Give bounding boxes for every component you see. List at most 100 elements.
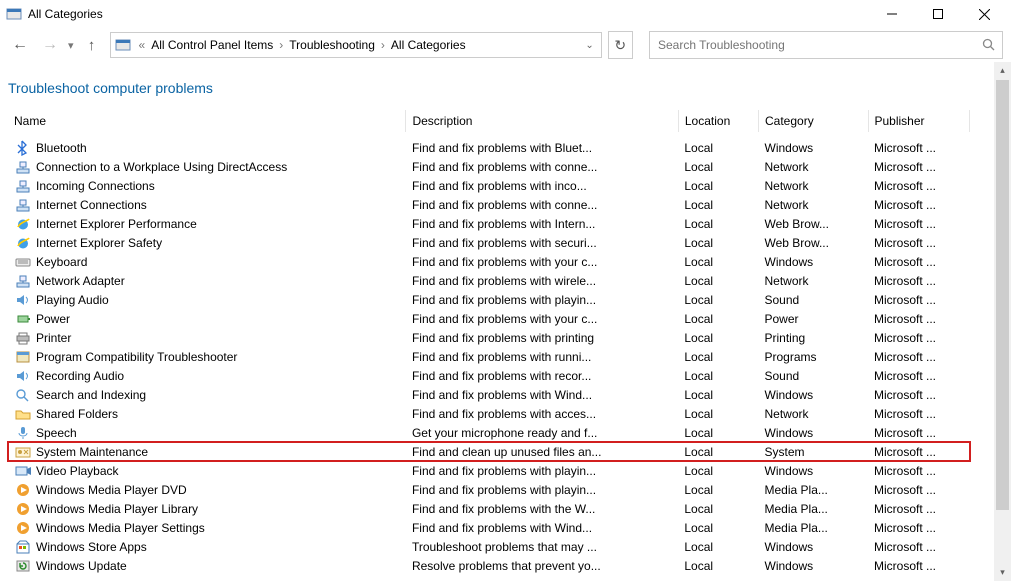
mic-icon	[14, 425, 32, 441]
network-icon	[14, 178, 32, 194]
cell-name[interactable]: Connection to a Workplace Using DirectAc…	[8, 157, 406, 176]
wmp-icon	[14, 501, 32, 517]
cell-name[interactable]: Windows Store Apps	[8, 537, 406, 556]
cell-publisher: Microsoft ...	[868, 233, 970, 252]
refresh-button[interactable]: ↻	[608, 31, 633, 59]
network-icon	[14, 159, 32, 175]
table-row[interactable]: Windows UpdateResolve problems that prev…	[8, 556, 970, 575]
back-button[interactable]: ←	[8, 33, 32, 57]
cell-name[interactable]: Windows Media Player DVD	[8, 480, 406, 499]
cell-category: Network	[759, 176, 869, 195]
item-name-label: Power	[36, 312, 70, 326]
table-row[interactable]: PowerFind and fix problems with your c..…	[8, 309, 970, 328]
search-box[interactable]	[649, 31, 1003, 59]
up-button[interactable]: ↑	[80, 33, 104, 57]
scroll-up-button[interactable]: ▴	[994, 62, 1011, 79]
table-row[interactable]: Recording AudioFind and fix problems wit…	[8, 366, 970, 385]
table-row[interactable]: Incoming ConnectionsFind and fix problem…	[8, 176, 970, 195]
maximize-button[interactable]	[915, 0, 961, 28]
close-button[interactable]	[961, 0, 1007, 28]
breadcrumb-item[interactable]: All Control Panel Items	[151, 38, 273, 52]
breadcrumb-root-sep[interactable]: «	[135, 38, 150, 52]
scroll-thumb[interactable]	[996, 80, 1009, 510]
cell-name[interactable]: Power	[8, 309, 406, 328]
cell-publisher: Microsoft ...	[868, 537, 970, 556]
cell-name[interactable]: Search and Indexing	[8, 385, 406, 404]
cell-name[interactable]: Internet Explorer Safety	[8, 233, 406, 252]
table-row[interactable]: Playing AudioFind and fix problems with …	[8, 290, 970, 309]
vertical-scrollbar[interactable]: ▴ ▾	[994, 62, 1011, 581]
item-name-label: Connection to a Workplace Using DirectAc…	[36, 160, 287, 174]
table-row[interactable]: Network AdapterFind and fix problems wit…	[8, 271, 970, 290]
cell-publisher: Microsoft ...	[868, 328, 970, 347]
cell-name[interactable]: Network Adapter	[8, 271, 406, 290]
breadcrumb-item[interactable]: Troubleshooting	[289, 38, 375, 52]
cell-category: Windows	[759, 138, 869, 157]
cell-name[interactable]: Playing Audio	[8, 290, 406, 309]
cell-name[interactable]: System Maintenance	[8, 442, 406, 461]
column-header-publisher[interactable]: Publisher	[868, 110, 970, 132]
table-row[interactable]: Program Compatibility TroubleshooterFind…	[8, 347, 970, 366]
cell-name[interactable]: Incoming Connections	[8, 176, 406, 195]
cell-description: Find and fix problems with runni...	[406, 347, 678, 366]
cell-name[interactable]: Windows Update	[8, 556, 406, 575]
cell-name[interactable]: Printer	[8, 328, 406, 347]
forward-button[interactable]: →	[38, 33, 62, 57]
table-row[interactable]: Windows Store AppsTroubleshoot problems …	[8, 537, 970, 556]
chevron-right-icon[interactable]: ›	[377, 38, 389, 52]
cell-name[interactable]: Windows Media Player Library	[8, 499, 406, 518]
cell-name[interactable]: Internet Connections	[8, 195, 406, 214]
breadcrumb-item[interactable]: All Categories	[391, 38, 466, 52]
recent-locations-dropdown[interactable]: ▾	[68, 39, 74, 52]
item-name-label: Internet Explorer Safety	[36, 236, 162, 250]
item-name-label: Video Playback	[36, 464, 119, 478]
table-row[interactable]: System MaintenanceFind and clean up unus…	[8, 442, 970, 461]
cell-name[interactable]: Video Playback	[8, 461, 406, 480]
table-row[interactable]: Internet ConnectionsFind and fix problem…	[8, 195, 970, 214]
table-row[interactable]: Windows Media Player SettingsFind and fi…	[8, 518, 970, 537]
cell-name[interactable]: Internet Explorer Performance	[8, 214, 406, 233]
cell-name[interactable]: Program Compatibility Troubleshooter	[8, 347, 406, 366]
column-header-location[interactable]: Location	[678, 110, 758, 132]
column-header-name[interactable]: Name	[8, 110, 406, 132]
cell-name[interactable]: Bluetooth	[8, 138, 406, 157]
cell-category: Printing	[759, 328, 869, 347]
cell-name[interactable]: Recording Audio	[8, 366, 406, 385]
cell-publisher: Microsoft ...	[868, 290, 970, 309]
table-row[interactable]: Video PlaybackFind and fix problems with…	[8, 461, 970, 480]
chevron-right-icon[interactable]: ›	[275, 38, 287, 52]
table-row[interactable]: Connection to a Workplace Using DirectAc…	[8, 157, 970, 176]
table-row[interactable]: Search and IndexingFind and fix problems…	[8, 385, 970, 404]
column-header-description[interactable]: Description	[406, 110, 678, 132]
table-row[interactable]: SpeechGet your microphone ready and f...…	[8, 423, 970, 442]
table-row[interactable]: Internet Explorer SafetyFind and fix pro…	[8, 233, 970, 252]
cell-name[interactable]: Keyboard	[8, 252, 406, 271]
cell-publisher: Microsoft ...	[868, 366, 970, 385]
table-row[interactable]: KeyboardFind and fix problems with your …	[8, 252, 970, 271]
cell-description: Find and fix problems with the W...	[406, 499, 678, 518]
cell-description: Resolve problems that prevent yo...	[406, 556, 678, 575]
item-name-label: Windows Store Apps	[36, 540, 147, 554]
address-bar[interactable]: « All Control Panel Items › Troubleshoot…	[110, 32, 602, 58]
table-row[interactable]: PrinterFind and fix problems with printi…	[8, 328, 970, 347]
table-row[interactable]: Windows Media Player LibraryFind and fix…	[8, 499, 970, 518]
search-input[interactable]	[656, 37, 982, 53]
network-icon	[14, 197, 32, 213]
search-icon[interactable]	[982, 38, 996, 52]
column-header-category[interactable]: Category	[759, 110, 869, 132]
cell-name[interactable]: Speech	[8, 423, 406, 442]
scroll-down-button[interactable]: ▾	[994, 564, 1011, 581]
cell-category: Sound	[759, 366, 869, 385]
cell-name[interactable]: Windows Media Player Settings	[8, 518, 406, 537]
cell-name[interactable]: Shared Folders	[8, 404, 406, 423]
table-row[interactable]: Windows Media Player DVDFind and fix pro…	[8, 480, 970, 499]
ie-icon	[14, 216, 32, 232]
address-dropdown[interactable]: ⌄	[581, 40, 599, 51]
item-name-label: Bluetooth	[36, 141, 87, 155]
table-row[interactable]: BluetoothFind and fix problems with Blue…	[8, 138, 970, 157]
table-row[interactable]: Internet Explorer PerformanceFind and fi…	[8, 214, 970, 233]
minimize-button[interactable]	[869, 0, 915, 28]
table-row[interactable]: Shared FoldersFind and fix problems with…	[8, 404, 970, 423]
item-name-label: Search and Indexing	[36, 388, 146, 402]
item-name-label: Speech	[36, 426, 77, 440]
